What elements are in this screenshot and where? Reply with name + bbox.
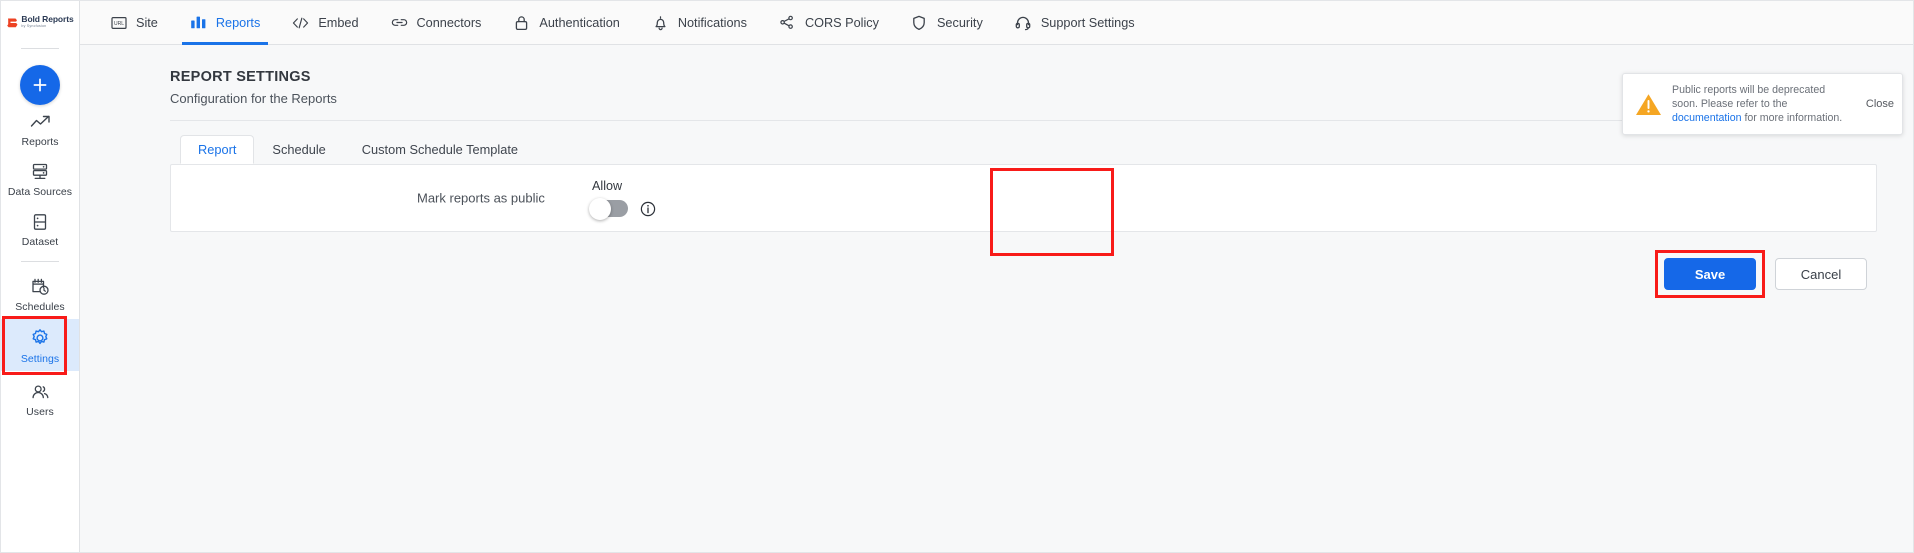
- sidebar-item-users[interactable]: Users: [1, 375, 79, 424]
- sidebar-divider-top: [21, 48, 59, 49]
- save-highlight-wrap: Save: [1655, 250, 1765, 298]
- save-button[interactable]: Save: [1664, 258, 1756, 290]
- sidebar-item-settings[interactable]: Settings: [1, 319, 79, 371]
- toast-message: Public reports will be deprecated soon. …: [1672, 83, 1854, 125]
- calendar-clock-icon: [30, 277, 50, 296]
- sidebar-item-label: Dataset: [21, 236, 59, 248]
- toast-text-after: for more information.: [1741, 112, 1843, 124]
- headset-icon: [1015, 14, 1032, 31]
- header-divider: [170, 120, 1877, 121]
- tab-connectors[interactable]: Connectors: [375, 1, 498, 45]
- tab-cors-policy[interactable]: CORS Policy: [763, 1, 895, 45]
- tab-label: Site: [136, 15, 158, 30]
- sidebar-item-reports[interactable]: Reports: [1, 105, 79, 154]
- sidebar-item-settings-wrap: Settings: [1, 316, 79, 375]
- sidebar-item-reports-wrap: Reports: [1, 105, 79, 154]
- allow-label: Allow: [592, 179, 623, 193]
- sidebar-item-users-wrap: Users: [1, 375, 79, 424]
- bold-reports-logo-icon: [6, 17, 18, 28]
- toast-text-before: Public reports will be deprecated soon. …: [1672, 84, 1826, 110]
- brand-logo[interactable]: Bold Reports by Syncfusion: [1, 1, 79, 43]
- sidebar-item-label: Users: [26, 406, 54, 418]
- sidebar-item-data-sources[interactable]: Data Sources: [1, 154, 79, 204]
- tab-schedule[interactable]: Schedule: [254, 135, 343, 164]
- action-bar: Save Cancel: [110, 250, 1877, 298]
- tab-notifications[interactable]: Notifications: [636, 1, 763, 45]
- settings-tab-bar: Report Schedule Custom Schedule Template: [180, 135, 1877, 164]
- page-header: REPORT SETTINGS Configuration for the Re…: [110, 45, 1877, 106]
- tab-label: Security: [936, 15, 983, 30]
- save-button-label: Save: [1694, 266, 1726, 282]
- add-button[interactable]: [20, 65, 60, 105]
- sidebar-divider-mid: [21, 261, 59, 262]
- tab-label: Authentication: [539, 15, 620, 30]
- users-icon: [30, 384, 51, 401]
- sidebar-item-schedules[interactable]: Schedules: [1, 268, 79, 319]
- main-area: URL Site Reports Embed Connectors Authen…: [80, 1, 1913, 552]
- bar-chart-icon: [190, 14, 207, 31]
- mark-reports-as-public-control: Allow: [589, 168, 1114, 256]
- tab-support-settings[interactable]: Support Settings: [999, 1, 1151, 45]
- tab-label: Embed: [318, 15, 359, 30]
- database-icon: [30, 163, 50, 181]
- tab-site[interactable]: URL Site: [94, 1, 174, 45]
- info-icon[interactable]: [640, 201, 656, 217]
- sidebar-item-label: Settings: [20, 353, 60, 365]
- gear-icon: [30, 328, 50, 348]
- shield-icon: [911, 14, 928, 31]
- mark-reports-as-public-label: Mark reports as public: [417, 190, 545, 206]
- tab-label: Schedule: [272, 142, 326, 157]
- svg-text:URL: URL: [113, 20, 123, 26]
- documentation-link[interactable]: documentation: [1672, 112, 1742, 124]
- left-sidebar: Bold Reports by Syncfusion Reports Data …: [1, 1, 80, 552]
- tab-authentication[interactable]: Authentication: [497, 1, 635, 45]
- dataset-icon: [31, 213, 49, 231]
- sidebar-item-data-sources-wrap: Data Sources: [1, 154, 79, 204]
- brand-name: Bold Reports: [21, 14, 74, 25]
- lock-icon: [513, 14, 530, 31]
- tab-embed[interactable]: Embed: [276, 1, 374, 45]
- report-settings-card: Mark reports as public Allow: [170, 164, 1877, 256]
- sidebar-item-label: Schedules: [15, 301, 65, 313]
- sidebar-item-schedules-wrap: Schedules: [1, 268, 79, 319]
- sidebar-item-label: Reports: [21, 136, 59, 148]
- toggle-row: [589, 197, 656, 220]
- share-nodes-icon: [779, 14, 796, 31]
- tab-label: Custom Schedule Template: [361, 142, 519, 157]
- code-icon: [292, 14, 309, 31]
- tab-reports[interactable]: Reports: [174, 1, 276, 45]
- warning-triangle-icon: [1635, 92, 1662, 117]
- tab-label: Notifications: [677, 15, 747, 30]
- tab-label: Reports: [215, 15, 261, 30]
- toggle-knob: [589, 197, 611, 220]
- sidebar-item-dataset-wrap: Dataset: [1, 204, 79, 254]
- tab-report[interactable]: Report: [180, 135, 255, 164]
- app-window: Bold Reports by Syncfusion Reports Data …: [0, 0, 1914, 553]
- sidebar-item-dataset[interactable]: Dataset: [1, 204, 79, 254]
- tab-label: CORS Policy: [804, 15, 879, 30]
- toast-close-button[interactable]: Close: [1864, 98, 1894, 110]
- trending-up-icon: [30, 114, 51, 131]
- tab-label: Report: [198, 142, 237, 157]
- tab-custom-schedule-template[interactable]: Custom Schedule Template: [344, 135, 536, 164]
- cancel-button-label: Cancel: [1800, 266, 1842, 282]
- mark-reports-as-public-toggle[interactable]: [589, 197, 628, 220]
- tab-security[interactable]: Security: [895, 1, 999, 45]
- cancel-button[interactable]: Cancel: [1775, 258, 1867, 290]
- brand-tagline: by Syncfusion: [21, 24, 47, 29]
- top-navigation: URL Site Reports Embed Connectors Authen…: [80, 1, 1913, 45]
- link-icon: [391, 14, 408, 31]
- bell-icon: [652, 14, 669, 31]
- allow-highlight-box: [990, 168, 1114, 256]
- url-icon: URL: [110, 14, 127, 31]
- page-title: REPORT SETTINGS: [170, 69, 311, 85]
- page-subtitle: Configuration for the Reports: [170, 91, 337, 106]
- deprecation-toast: Public reports will be deprecated soon. …: [1622, 73, 1903, 135]
- tab-label: Connectors: [416, 15, 482, 30]
- tab-label: Support Settings: [1040, 15, 1135, 30]
- sidebar-item-label: Data Sources: [7, 186, 73, 198]
